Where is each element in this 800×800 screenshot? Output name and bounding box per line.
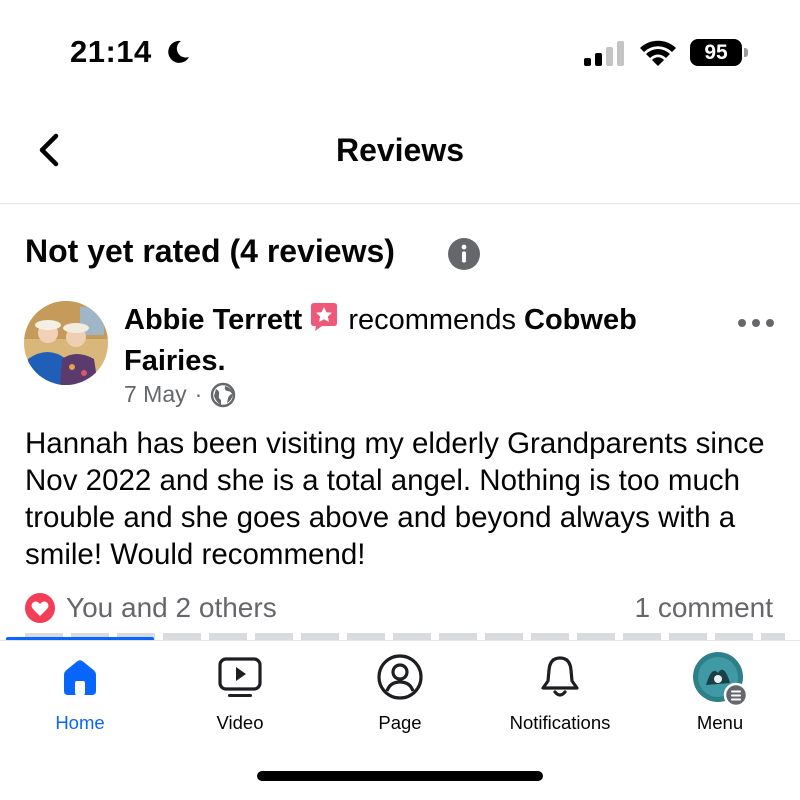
tab-menu[interactable]: Menu: [640, 641, 800, 741]
review-body: Hannah has been visiting my elderly Gran…: [25, 427, 765, 571]
tab-label: Video: [216, 712, 264, 733]
menu-avatar: [693, 652, 748, 707]
meta-separator: ·: [194, 381, 203, 407]
author-avatar[interactable]: [24, 301, 108, 385]
review-meta: 7 May ·: [124, 381, 236, 408]
more-options-icon[interactable]: [736, 314, 776, 332]
tab-label: Page: [378, 712, 422, 733]
comments-count[interactable]: 1 comment: [635, 592, 774, 624]
globe-icon: [211, 382, 236, 407]
video-icon: [218, 657, 262, 697]
status-bar: 21:14 95: [0, 0, 800, 100]
nav-header: Reviews: [0, 100, 800, 204]
signal-icon: [584, 41, 624, 66]
recommendation-badge-icon: [311, 303, 338, 331]
reviews-summary-title: Not yet rated (4 reviews): [25, 233, 395, 269]
review-action: recommends: [348, 304, 516, 336]
battery-level: 95: [690, 39, 742, 66]
battery-indicator: 95: [690, 39, 748, 66]
home-icon: [64, 660, 96, 695]
wifi-icon: [640, 40, 676, 66]
bell-icon: [541, 656, 579, 697]
author-name[interactable]: Abbie Terrett: [124, 304, 302, 336]
review-date[interactable]: 7 May: [124, 381, 187, 408]
tab-label: Notifications: [509, 712, 611, 733]
tab-label: Home: [55, 712, 105, 733]
tab-video[interactable]: Video: [160, 641, 320, 741]
tab-notifications[interactable]: Notifications: [480, 641, 640, 741]
tab-page[interactable]: Page: [320, 641, 480, 741]
page-title: Reviews: [335, 132, 465, 168]
tab-label: Menu: [696, 712, 744, 733]
reactions-summary[interactable]: You and 2 others: [24, 592, 277, 624]
battery-tip: [744, 48, 748, 57]
status-time: 21:14: [70, 34, 152, 69]
moon-icon: [168, 40, 189, 63]
reactions-text: You and 2 others: [66, 592, 277, 623]
review-header: Abbie Terrett recommends Cobweb Fairies.: [124, 300, 724, 382]
home-indicator: [257, 771, 543, 781]
profile-icon: [377, 654, 423, 700]
tab-home[interactable]: Home: [0, 641, 160, 741]
info-icon[interactable]: [447, 237, 481, 271]
heart-reaction-icon: [25, 593, 55, 623]
